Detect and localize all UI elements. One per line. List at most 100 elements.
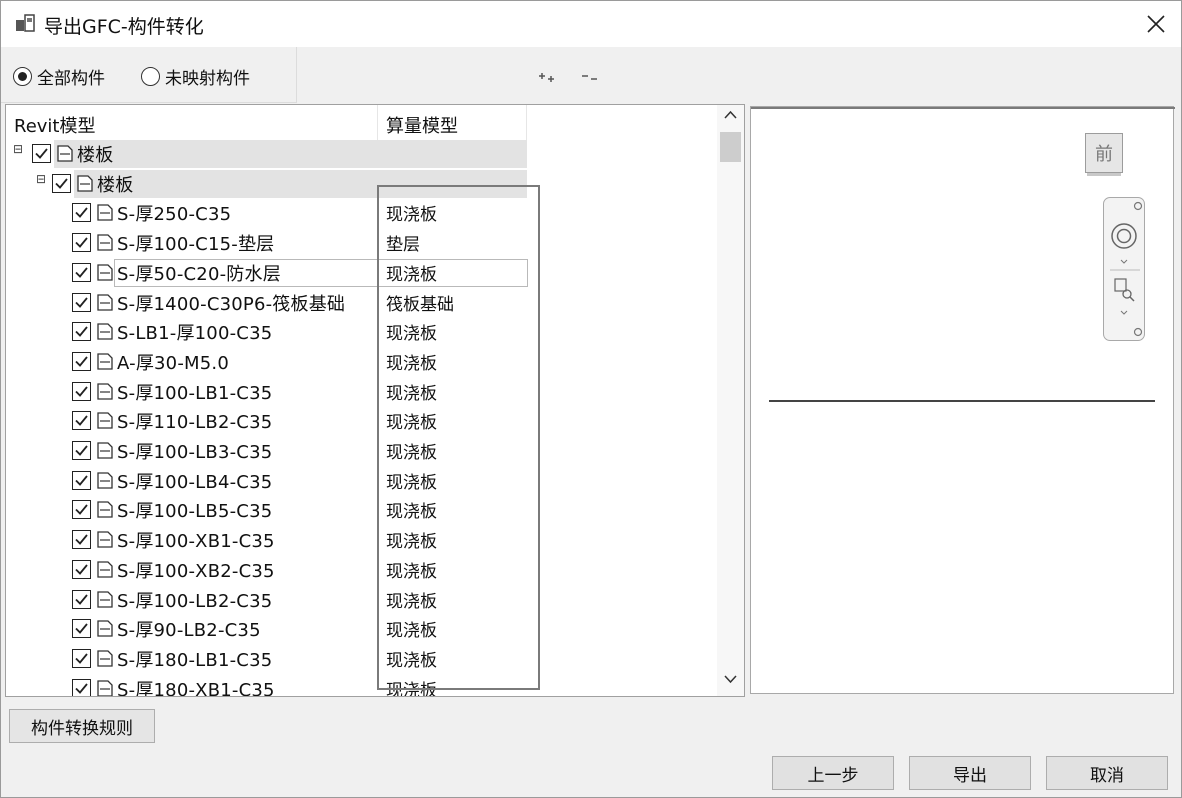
nav-bar-graphics <box>1110 201 1143 337</box>
mapped-component-type[interactable]: 现浇板 <box>386 468 437 493</box>
revit-family-label: S-厚100-XB2-C35 <box>117 560 275 582</box>
checkbox-checked-icon[interactable] <box>72 441 91 460</box>
mapped-component-type[interactable]: 现浇板 <box>386 527 437 552</box>
component-node-icon <box>97 323 113 340</box>
tree-row[interactable]: S-厚180-LB1-C35 现浇板 <box>6 644 719 674</box>
navigation-bar <box>1103 197 1145 341</box>
revit-family-label: A-厚30-M5.0 <box>117 352 229 374</box>
component-node-icon <box>97 501 113 519</box>
cancel-button[interactable]: 取消 <box>1046 756 1168 790</box>
radio-label: 未映射构件 <box>165 69 250 89</box>
mapped-component-type[interactable]: 现浇板 <box>386 587 437 612</box>
tree-group-row[interactable]: ⊟ 楼板 <box>6 139 719 169</box>
component-node-icon <box>97 472 113 489</box>
mapped-component-type[interactable]: 现浇板 <box>386 557 437 582</box>
mapped-component-type[interactable]: 现浇板 <box>386 497 437 522</box>
mapped-component-type[interactable]: 现浇板 <box>386 349 437 374</box>
tree-row[interactable]: S-厚90-LB2-C35 现浇板 <box>6 614 719 644</box>
collapse-toggle-icon[interactable]: ⊟ <box>36 172 46 186</box>
scrollbar-thumb[interactable] <box>720 132 741 162</box>
tree-row[interactable]: S-厚180-XB1-C35 现浇板 <box>6 674 719 696</box>
close-button[interactable] <box>1139 7 1173 41</box>
checkbox-checked-icon[interactable] <box>72 292 91 312</box>
checkbox-checked-icon[interactable] <box>72 470 91 490</box>
mapped-component-type[interactable]: 现浇板 <box>386 200 437 225</box>
checkbox-checked-icon[interactable] <box>72 648 91 668</box>
component-tree[interactable]: Revit模型 算量模型 ⊟ 楼板 ⊟ 楼板 S-厚250-C35 现浇板 S-厚100-C… <box>5 104 745 697</box>
tree-row[interactable]: S-LB1-厚100-C35 现浇板 <box>6 317 719 347</box>
revit-family-label: S-厚100-XB1-C35 <box>117 531 275 553</box>
revit-family-label: S-LB1-厚100-C35 <box>117 323 273 345</box>
checkbox-checked-icon[interactable] <box>72 619 91 639</box>
tree-row[interactable]: S-厚100-LB3-C35 现浇板 <box>6 436 719 466</box>
revit-family-label: S-厚100-LB3-C35 <box>117 442 273 463</box>
checkbox-checked-icon[interactable] <box>72 411 91 431</box>
mapped-component-type[interactable]: 垫层 <box>386 230 420 255</box>
tree-vertical-scrollbar[interactable] <box>717 105 744 696</box>
checkbox-checked-icon[interactable] <box>72 530 91 550</box>
row-edit-focus-box <box>114 258 528 287</box>
model-edge-line <box>769 400 1155 402</box>
tree-row[interactable]: S-厚110-LB2-C35 现浇板 <box>6 406 719 436</box>
mapped-component-type[interactable]: 现浇板 <box>386 438 437 463</box>
radio-unmapped-components[interactable]: 未映射构件 <box>141 64 250 89</box>
group-row-highlight <box>54 140 527 168</box>
radio-label: 全部构件 <box>37 69 105 89</box>
component-node-icon <box>97 234 113 251</box>
mapped-component-type[interactable]: 现浇板 <box>386 646 437 671</box>
revit-family-label: 楼板 <box>97 174 134 196</box>
tree-row[interactable]: S-厚100-XB1-C35 现浇板 <box>6 525 719 555</box>
revit-family-label: S-厚100-LB5-C35 <box>117 501 273 523</box>
mapped-component-type[interactable]: 现浇板 <box>386 616 437 641</box>
conversion-rules-button[interactable]: 构件转换规则 <box>9 709 155 743</box>
component-node-icon <box>77 175 93 192</box>
checkbox-checked-icon[interactable] <box>72 322 91 342</box>
filter-bar: 全部构件 未映射构件 <box>1 47 297 103</box>
checkbox-checked-icon[interactable] <box>72 233 91 253</box>
radio-all-components[interactable]: 全部构件 <box>13 64 105 89</box>
mapped-component-type[interactable]: 现浇板 <box>386 676 437 696</box>
mapped-component-type[interactable]: 现浇板 <box>386 319 437 344</box>
window-title: 导出GFC-构件转化 <box>44 16 204 38</box>
model-preview-panel[interactable]: 前 <box>750 106 1175 694</box>
checkbox-checked-icon[interactable] <box>72 262 91 282</box>
collapse-all-icon[interactable] <box>579 65 599 85</box>
mapped-component-type[interactable]: 筏板基础 <box>386 290 454 315</box>
checkbox-checked-icon[interactable] <box>52 173 71 193</box>
tree-row[interactable]: S-厚100-C15-垫层 垫层 <box>6 228 719 258</box>
column-header-revit-model[interactable]: Revit模型 <box>6 105 378 140</box>
tree-row[interactable]: S-厚250-C35 现浇板 <box>6 198 719 228</box>
checkbox-checked-icon[interactable] <box>72 500 91 520</box>
tree-row[interactable]: S-厚100-LB5-C35 现浇板 <box>6 495 719 525</box>
checkbox-checked-icon[interactable] <box>72 559 91 579</box>
checkbox-checked-icon[interactable] <box>32 144 51 163</box>
tree-row[interactable]: S-厚100-XB2-C35 现浇板 <box>6 555 719 585</box>
view-cube-front[interactable]: 前 <box>1085 133 1123 173</box>
tree-row[interactable]: A-厚30-M5.0 现浇板 <box>6 347 719 377</box>
previous-step-button[interactable]: 上一步 <box>772 756 894 790</box>
checkbox-checked-icon[interactable] <box>72 381 91 401</box>
export-button[interactable]: 导出 <box>909 756 1031 790</box>
close-icon <box>1147 15 1165 33</box>
tree-row[interactable]: S-厚50-C20-防水层 现浇板 <box>6 258 719 288</box>
tree-group-row[interactable]: ⊟ 楼板 <box>6 169 719 199</box>
tree-row[interactable]: S-厚1400-C30P6-筏板基础 筏板基础 <box>6 288 719 318</box>
checkbox-checked-icon[interactable] <box>72 203 91 223</box>
scroll-up-icon[interactable] <box>723 109 738 121</box>
view-cube-label: 前 <box>1095 144 1113 165</box>
tree-row[interactable]: S-厚100-LB4-C35 现浇板 <box>6 466 719 496</box>
mapped-component-type[interactable]: 现浇板 <box>386 379 437 404</box>
checkbox-checked-icon[interactable] <box>72 678 91 696</box>
checkbox-checked-icon[interactable] <box>72 351 91 371</box>
checkbox-checked-icon[interactable] <box>72 589 91 609</box>
collapse-toggle-icon[interactable]: ⊟ <box>13 142 23 156</box>
title-bar: 导出GFC-构件转化 <box>1 1 1181 47</box>
tree-row[interactable]: S-厚100-LB1-C35 现浇板 <box>6 377 719 407</box>
tree-row[interactable]: S-厚100-LB2-C35 现浇板 <box>6 585 719 615</box>
mapped-component-type[interactable]: 现浇板 <box>386 408 437 433</box>
revit-family-label: S-厚110-LB2-C35 <box>117 412 273 434</box>
component-node-icon <box>97 442 113 459</box>
column-header-quantity-model[interactable]: 算量模型 <box>378 105 527 140</box>
expand-all-icon[interactable] <box>536 65 556 85</box>
scroll-down-icon[interactable] <box>723 673 738 685</box>
